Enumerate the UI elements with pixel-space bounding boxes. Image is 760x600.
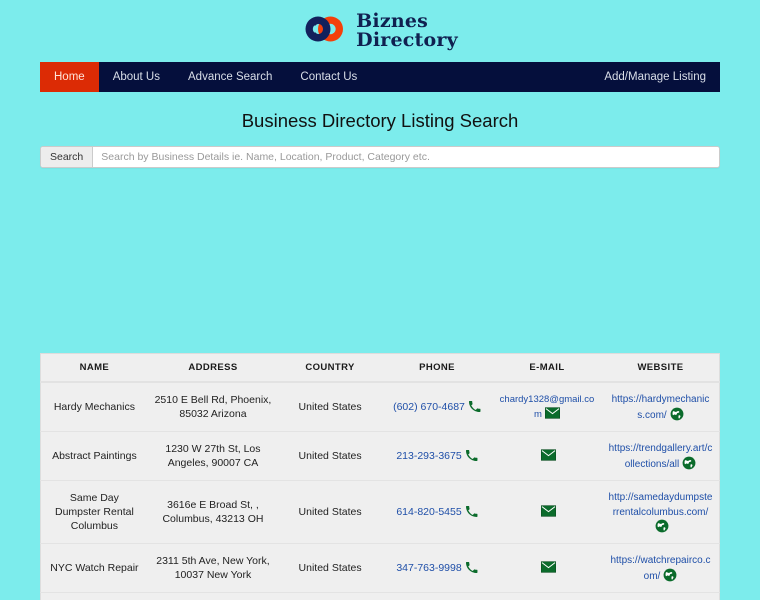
column-header-country[interactable]: COUNTRY: [278, 353, 383, 383]
phone-link[interactable]: 213-293-3675: [396, 450, 461, 462]
globe-icon: [663, 568, 677, 582]
cell-phone: 347-763-9998: [382, 543, 492, 593]
listing-table: NAME ADDRESS COUNTRY PHONE E-MAIL WEBSIT…: [40, 353, 720, 600]
cell-phone: 6262813651: [382, 592, 492, 600]
cell-email: chardy1328@gmail.com: [492, 382, 602, 432]
search-input[interactable]: [93, 147, 719, 167]
cell-website: http://ludental.care/: [601, 592, 720, 600]
cell-country: United States: [278, 479, 383, 544]
cell-address: 3616e E Broad St, , Columbus, 43213 OH: [147, 479, 279, 544]
phone-link[interactable]: 347-763-9998: [396, 562, 461, 574]
website-link[interactable]: https://watchrepairco.com/: [610, 555, 710, 582]
search-button[interactable]: Search: [41, 147, 94, 167]
logo-line-2: Directory: [356, 29, 458, 51]
cell-website: https://trendgallery.art/collections/all: [601, 431, 720, 481]
column-header-name[interactable]: NAME: [40, 353, 148, 383]
cell-address: 801 W Valley Blvd #201, Alhambra, 91803 …: [147, 592, 279, 600]
search-container: Search: [0, 146, 760, 168]
cell-country: United States: [278, 543, 383, 593]
phone-icon: [468, 400, 481, 412]
table-body: Hardy Mechanics 2510 E Bell Rd, Phoenix, …: [40, 382, 720, 600]
globe-icon: [655, 519, 669, 533]
cell-name: Same Day Dumpster Rental Columbus: [40, 479, 148, 544]
table-row: Lu Dental Care - Alhambra Dentist801 W V…: [40, 592, 720, 600]
website-link[interactable]: https://hardymechanics.com/: [612, 394, 710, 421]
website-link[interactable]: https://trendgallery.art/collections/all: [609, 443, 713, 470]
site-logo[interactable]: Biznes Directory: [302, 12, 458, 50]
cell-name: Hardy Mechanics: [53, 400, 135, 413]
cell-phone: 213-293-3675: [382, 431, 492, 481]
cell-name: Lu Dental Care - Alhambra Dentist: [40, 592, 148, 600]
cell-email: [492, 479, 602, 544]
page-title: Business Directory Listing Search: [241, 110, 519, 131]
phone-icon: [465, 449, 478, 461]
column-header-address[interactable]: ADDRESS: [147, 353, 279, 383]
main-navigation: Home About Us Advance Search Contact Us …: [40, 62, 720, 92]
search-group: Search: [40, 146, 720, 168]
cell-email: [492, 592, 602, 600]
cell-website: http://samedaydumpsterrentalcolumbus.com…: [601, 479, 720, 544]
table-row: Abstract Paintings 1230 W 27th St, Los An…: [40, 431, 720, 481]
site-logo-text: Biznes Directory: [356, 12, 458, 50]
cell-country: United States: [298, 400, 362, 413]
nav-item-contact-us[interactable]: Contact Us: [286, 62, 371, 92]
column-header-email[interactable]: E-MAIL: [492, 353, 602, 383]
cell-name: Abstract Paintings: [40, 431, 148, 481]
cell-name: NYC Watch Repair: [40, 543, 148, 593]
cell-phone: 614-820-5455: [382, 479, 492, 544]
cell-email: [492, 543, 602, 593]
table-head: NAME ADDRESS COUNTRY PHONE E-MAIL WEBSIT…: [40, 353, 720, 383]
globe-icon: [670, 407, 684, 420]
table-row: Same Day Dumpster Rental Columbus 3616e E…: [40, 479, 720, 544]
nav-item-about-us[interactable]: About Us: [99, 62, 174, 92]
nav-item-advance-search[interactable]: Advance Search: [174, 62, 286, 92]
envelope-icon[interactable]: [540, 561, 556, 573]
cell-address: 2510 E Bell Rd, Phoenix, 85032 Arizona: [154, 393, 272, 420]
cell-phone: (602) 670-4687: [382, 382, 492, 432]
nav-container: Home About Us Advance Search Contact Us …: [0, 62, 760, 92]
listing-table-container: NAME ADDRESS COUNTRY PHONE E-MAIL WEBSIT…: [0, 353, 760, 600]
cell-address: 1230 W 27th St, Los Angeles, 90007 CA: [147, 431, 279, 481]
table-row: NYC Watch Repair 2311 5th Ave, New York, …: [40, 543, 720, 593]
column-header-website[interactable]: WEBSITE: [601, 353, 720, 383]
phone-link[interactable]: 614-820-5455: [396, 506, 461, 518]
phone-link[interactable]: (602) 670-4687: [393, 401, 465, 413]
cell-email: [492, 431, 602, 481]
envelope-icon[interactable]: [540, 449, 556, 461]
cell-address: 2311 5th Ave, New York, 10037 New York: [147, 543, 279, 593]
nav-item-add-manage-listing[interactable]: Add/Manage Listing: [590, 62, 720, 92]
table-row: Hardy Mechanics 2510 E Bell Rd, Phoenix, …: [41, 382, 720, 432]
cell-country: United States: [278, 592, 383, 600]
cell-website: https://watchrepairco.com/: [601, 543, 720, 593]
envelope-icon[interactable]: [540, 505, 556, 517]
nav-item-home[interactable]: Home: [40, 62, 99, 92]
cell-country: United States: [278, 431, 383, 481]
website-link[interactable]: http://samedaydumpsterrentalcolumbus.com…: [609, 492, 713, 518]
phone-icon: [465, 505, 478, 517]
table-header-row: NAME ADDRESS COUNTRY PHONE E-MAIL WEBSIT…: [40, 353, 720, 383]
linked-rings-icon: [305, 16, 344, 42]
globe-icon: [682, 456, 696, 469]
column-header-phone[interactable]: PHONE: [382, 353, 492, 383]
cell-website: https://hardymechanics.com/: [602, 382, 720, 432]
site-header: Biznes Directory: [0, 0, 760, 62]
envelope-icon[interactable]: [544, 407, 560, 419]
phone-icon: [465, 562, 478, 574]
